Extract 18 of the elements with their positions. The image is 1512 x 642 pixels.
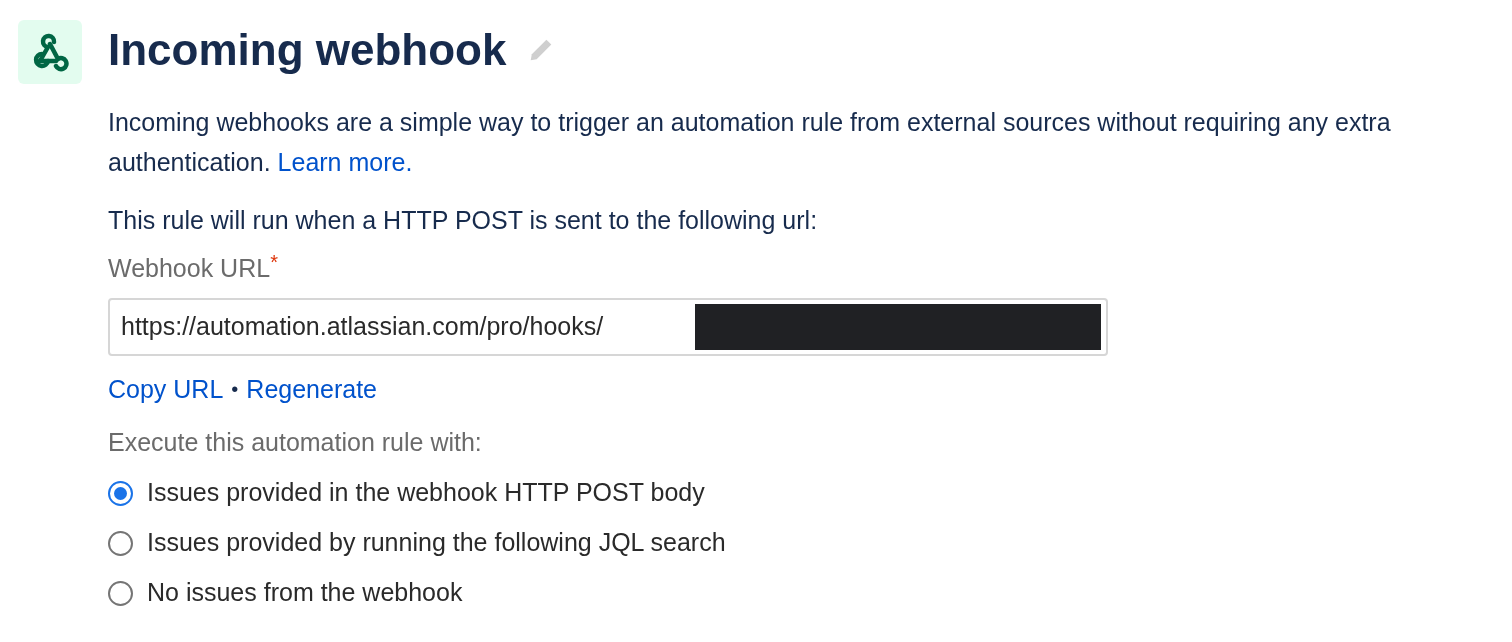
execute-label: Execute this automation rule with: — [108, 427, 483, 458]
page-title: Incoming webhook — [108, 28, 507, 72]
field-label: Webhook URL$^{*}$ — [108, 250, 279, 284]
separator-dot: • — [231, 377, 239, 402]
description-text: Incoming webhooks are a simple way to trigger an automation rule from external sources without requiring any extra authentication. Learn more. — [108, 107, 1392, 178]
required-mark: * — [270, 251, 278, 273]
action-link[interactable]: Regenerate — [246, 372, 377, 406]
radio-button[interactable] — [108, 580, 133, 606]
webhook-icon — [18, 20, 82, 84]
radio-button[interactable] — [108, 530, 133, 556]
instruction-text: This rule will run when a HTTP POST is sent to the following url: — [108, 205, 819, 236]
option-label: No issues from the webhook — [147, 577, 463, 609]
action-link[interactable]: Copy URL — [108, 372, 224, 406]
radio-button[interactable] — [108, 480, 133, 506]
option-label: Issues provided by running the following JQL search — [147, 527, 726, 559]
url-field[interactable]: https://automation.atlassian.com/pro/hooks/ — [108, 298, 1108, 356]
learn-more-link[interactable]: Learn more. — [277, 148, 413, 176]
option-label: Issues provided in the webhook HTTP POST body — [147, 477, 705, 509]
